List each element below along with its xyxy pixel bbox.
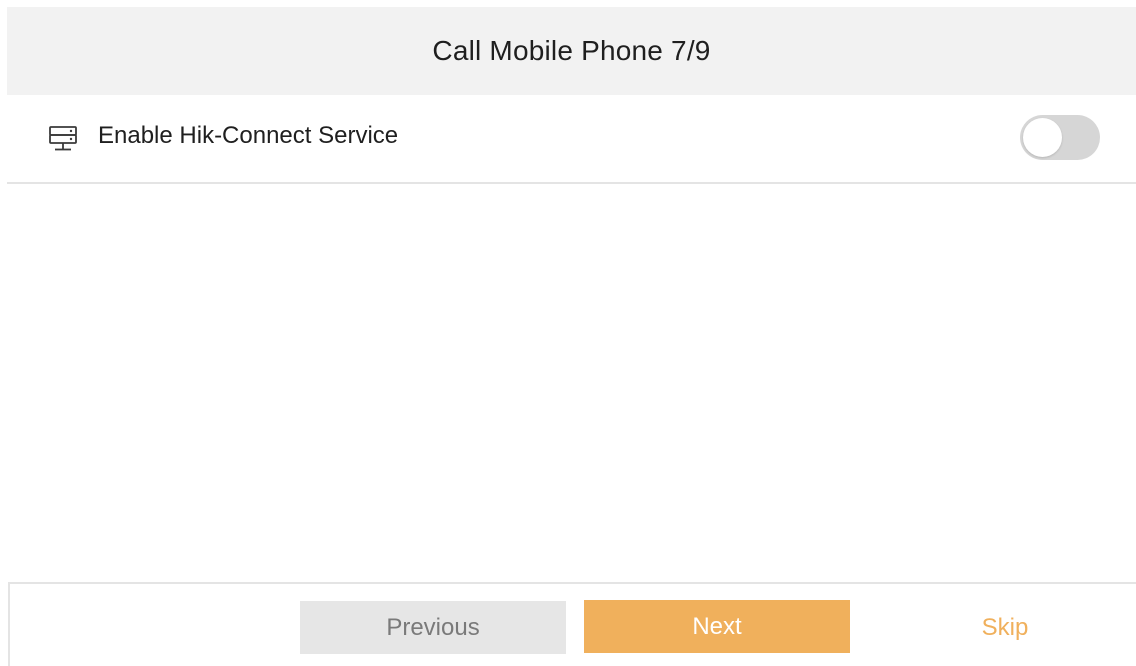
skip-button[interactable]: Skip <box>960 601 1050 654</box>
next-button[interactable]: Next <box>584 600 850 653</box>
page-header: Call Mobile Phone 7/9 <box>7 7 1136 95</box>
wizard-screen: Call Mobile Phone 7/9 Enable Hik-Connect… <box>0 0 1136 666</box>
server-icon <box>47 123 79 155</box>
wizard-footer: Previous Next Skip <box>8 582 1136 666</box>
hik-connect-toggle[interactable] <box>1020 115 1100 160</box>
toggle-knob <box>1023 118 1062 157</box>
content-area <box>7 184 1136 582</box>
setting-row-hik-connect: Enable Hik-Connect Service <box>7 95 1136 184</box>
previous-button[interactable]: Previous <box>300 601 566 654</box>
hik-connect-label: Enable Hik-Connect Service <box>98 122 399 149</box>
page-title: Call Mobile Phone 7/9 <box>432 35 711 66</box>
